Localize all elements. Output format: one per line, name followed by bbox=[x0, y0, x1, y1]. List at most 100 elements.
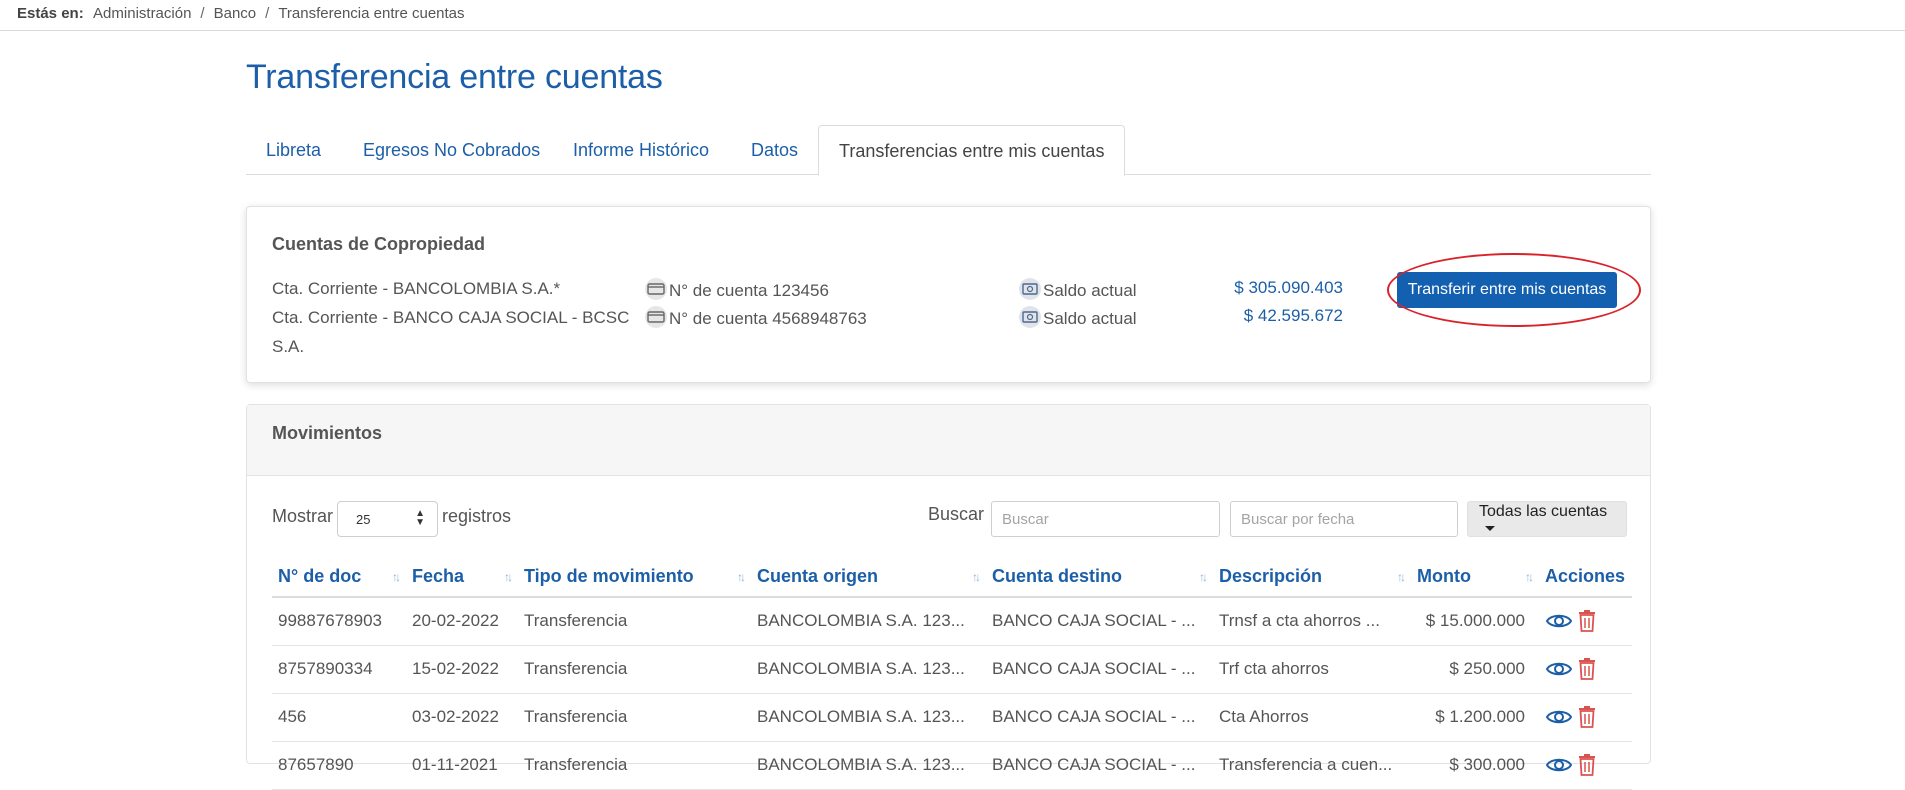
tab-transferencias[interactable]: Transferencias entre mis cuentas bbox=[818, 125, 1126, 176]
cell-actions bbox=[1539, 645, 1632, 694]
cell-actions bbox=[1539, 597, 1632, 646]
cell-origin: BANCOLOMBIA S.A. 123... bbox=[751, 597, 986, 646]
cell-type: Transferencia bbox=[518, 741, 751, 790]
accounts-filter-label: Todas las cuentas bbox=[1479, 503, 1608, 520]
cell-doc: 456 bbox=[272, 693, 406, 742]
column-header-type[interactable]: Tipo de movimiento ↑↓ bbox=[518, 557, 751, 598]
page-size-select[interactable]: 25 ▲ ▼ bbox=[337, 501, 438, 537]
delete-trash-icon[interactable] bbox=[1577, 609, 1597, 633]
account-number: N° de cuenta 123456 bbox=[645, 278, 829, 301]
cell-actions bbox=[1539, 741, 1632, 790]
balance-label: Saldo actual bbox=[1019, 306, 1137, 329]
column-header-amount[interactable]: Monto ↑↓ bbox=[1411, 557, 1539, 598]
sort-icon: ↑↓ bbox=[972, 570, 981, 584]
table-row: 99887678903 20-02-2022 Transferencia BANCOL… bbox=[272, 597, 1632, 646]
cell-destination: BANCO CAJA SOCIAL - ... bbox=[986, 597, 1213, 646]
table-row: 8757890334 15-02-2022 Transferencia BANCOLO… bbox=[272, 645, 1632, 694]
breadcrumb-item-bank[interactable]: Banco bbox=[214, 5, 257, 22]
cell-amount: $ 15.000.000 bbox=[1411, 597, 1539, 646]
tab-bar: Libreta Egresos No Cobrados Informe Hist… bbox=[246, 125, 1651, 176]
view-eye-icon[interactable] bbox=[1545, 659, 1573, 679]
column-header-origin[interactable]: Cuenta origen ↑↓ bbox=[751, 557, 986, 598]
cell-origin: BANCOLOMBIA S.A. 123... bbox=[751, 693, 986, 742]
breadcrumb-separator: / bbox=[265, 5, 270, 22]
cell-doc: 87657890 bbox=[272, 741, 406, 790]
cell-description: Cta Ahorros bbox=[1213, 693, 1411, 742]
page-size-value: 25 bbox=[356, 512, 371, 527]
column-header-description[interactable]: Descripción ↑↓ bbox=[1213, 557, 1411, 598]
table-header-row: N° de doc ↑↓ Fecha ↑↓ Tipo de movimiento ↑↓… bbox=[272, 557, 1632, 598]
cell-amount: $ 250.000 bbox=[1411, 645, 1539, 694]
view-eye-icon[interactable] bbox=[1545, 755, 1573, 775]
cell-amount: $ 1.200.000 bbox=[1411, 693, 1539, 742]
account-name: Cta. Corriente - BANCOLOMBIA S.A.* bbox=[272, 279, 561, 298]
breadcrumb-lead: Estás en: bbox=[17, 5, 84, 22]
table-row: 87657890 01-11-2021 Transferencia BANCOLOMB… bbox=[272, 741, 1632, 790]
cell-origin: BANCOLOMBIA S.A. 123... bbox=[751, 741, 986, 790]
movements-title: Movimientos bbox=[247, 405, 1650, 476]
column-header-doc[interactable]: N° de doc ↑↓ bbox=[272, 557, 406, 598]
view-eye-icon[interactable] bbox=[1545, 707, 1573, 727]
cell-destination: BANCO CAJA SOCIAL - ... bbox=[986, 693, 1213, 742]
delete-trash-icon[interactable] bbox=[1577, 753, 1597, 777]
column-header-actions: Acciones bbox=[1539, 557, 1632, 598]
sort-icon: ↑↓ bbox=[1525, 570, 1534, 584]
tab-datos[interactable]: Datos bbox=[731, 125, 818, 175]
accounts-filter-dropdown[interactable]: Todas las cuentas bbox=[1467, 501, 1627, 537]
tab-libreta[interactable]: Libreta bbox=[246, 125, 341, 175]
card-icon bbox=[645, 278, 667, 300]
cell-date: 03-02-2022 bbox=[406, 693, 518, 742]
sort-icon: ↑↓ bbox=[504, 570, 513, 584]
card-icon bbox=[645, 306, 667, 328]
breadcrumb: Estás en: Administración / Banco / Transfere… bbox=[0, 0, 1905, 31]
tab-informe-historico[interactable]: Informe Histórico bbox=[553, 125, 729, 175]
sort-icon: ↑↓ bbox=[737, 570, 746, 584]
tab-egresos-no-cobrados[interactable]: Egresos No Cobrados bbox=[343, 125, 560, 175]
view-eye-icon[interactable] bbox=[1545, 611, 1573, 631]
sort-icon: ↑↓ bbox=[392, 570, 401, 584]
show-label: Mostrar bbox=[272, 506, 334, 526]
column-header-date[interactable]: Fecha ↑↓ bbox=[406, 557, 518, 598]
select-arrows-icon: ▲ ▼ bbox=[415, 508, 425, 528]
sort-icon: ↑↓ bbox=[1199, 570, 1208, 584]
page-title: Transferencia entre cuentas bbox=[246, 58, 663, 96]
search-input[interactable] bbox=[991, 501, 1220, 537]
cell-date: 20-02-2022 bbox=[406, 597, 518, 646]
column-header-destination[interactable]: Cuenta destino ↑↓ bbox=[986, 557, 1213, 598]
balance-label-text: Saldo actual bbox=[1043, 281, 1137, 300]
breadcrumb-separator: / bbox=[200, 5, 205, 22]
account-number: N° de cuenta 4568948763 bbox=[645, 306, 867, 329]
breadcrumb-item-current: Transferencia entre cuentas bbox=[278, 5, 465, 22]
cell-type: Transferencia bbox=[518, 597, 751, 646]
account-number-text: N° de cuenta 123456 bbox=[669, 281, 829, 300]
money-icon bbox=[1019, 278, 1041, 300]
cell-type: Transferencia bbox=[518, 693, 751, 742]
cell-amount: $ 300.000 bbox=[1411, 741, 1539, 790]
sort-icon: ↑↓ bbox=[1397, 570, 1406, 584]
cell-doc: 99887678903 bbox=[272, 597, 406, 646]
records-label: registros bbox=[442, 506, 512, 526]
delete-trash-icon[interactable] bbox=[1577, 657, 1597, 681]
account-name: Cta. Corriente - BANCO CAJA SOCIAL - BCS… bbox=[272, 308, 630, 356]
date-search-input[interactable] bbox=[1230, 501, 1458, 537]
cell-description: Transferencia a cuen... bbox=[1213, 741, 1411, 790]
cell-description: Trf cta ahorros bbox=[1213, 645, 1411, 694]
cell-date: 15-02-2022 bbox=[406, 645, 518, 694]
cell-origin: BANCOLOMBIA S.A. 123... bbox=[751, 645, 986, 694]
table-row: 456 03-02-2022 Transferencia BANCOLOMBIA S.… bbox=[272, 693, 1632, 742]
movements-table: N° de doc ↑↓ Fecha ↑↓ Tipo de movimiento ↑↓… bbox=[272, 557, 1632, 790]
breadcrumb-item-admin[interactable]: Administración bbox=[93, 5, 191, 22]
cell-doc: 8757890334 bbox=[272, 645, 406, 694]
cell-destination: BANCO CAJA SOCIAL - ... bbox=[986, 741, 1213, 790]
cell-description: Trnsf a cta ahorros ... bbox=[1213, 597, 1411, 646]
delete-trash-icon[interactable] bbox=[1577, 705, 1597, 729]
caret-down-icon bbox=[1485, 526, 1495, 531]
balance-amount: $ 42.595.672 bbox=[1243, 306, 1343, 325]
cell-date: 01-11-2021 bbox=[406, 741, 518, 790]
accounts-card: Cuentas de Copropiedad Cta. Corriente - … bbox=[246, 206, 1651, 383]
accounts-card-title: Cuentas de Copropiedad bbox=[272, 234, 486, 254]
transfer-between-accounts-button[interactable]: Transferir entre mis cuentas bbox=[1397, 272, 1617, 308]
balance-label-text: Saldo actual bbox=[1043, 309, 1137, 328]
movements-card: Movimientos Mostrar 25 ▲ ▼ registros Busc… bbox=[246, 404, 1651, 790]
balance-label: Saldo actual bbox=[1019, 278, 1137, 301]
